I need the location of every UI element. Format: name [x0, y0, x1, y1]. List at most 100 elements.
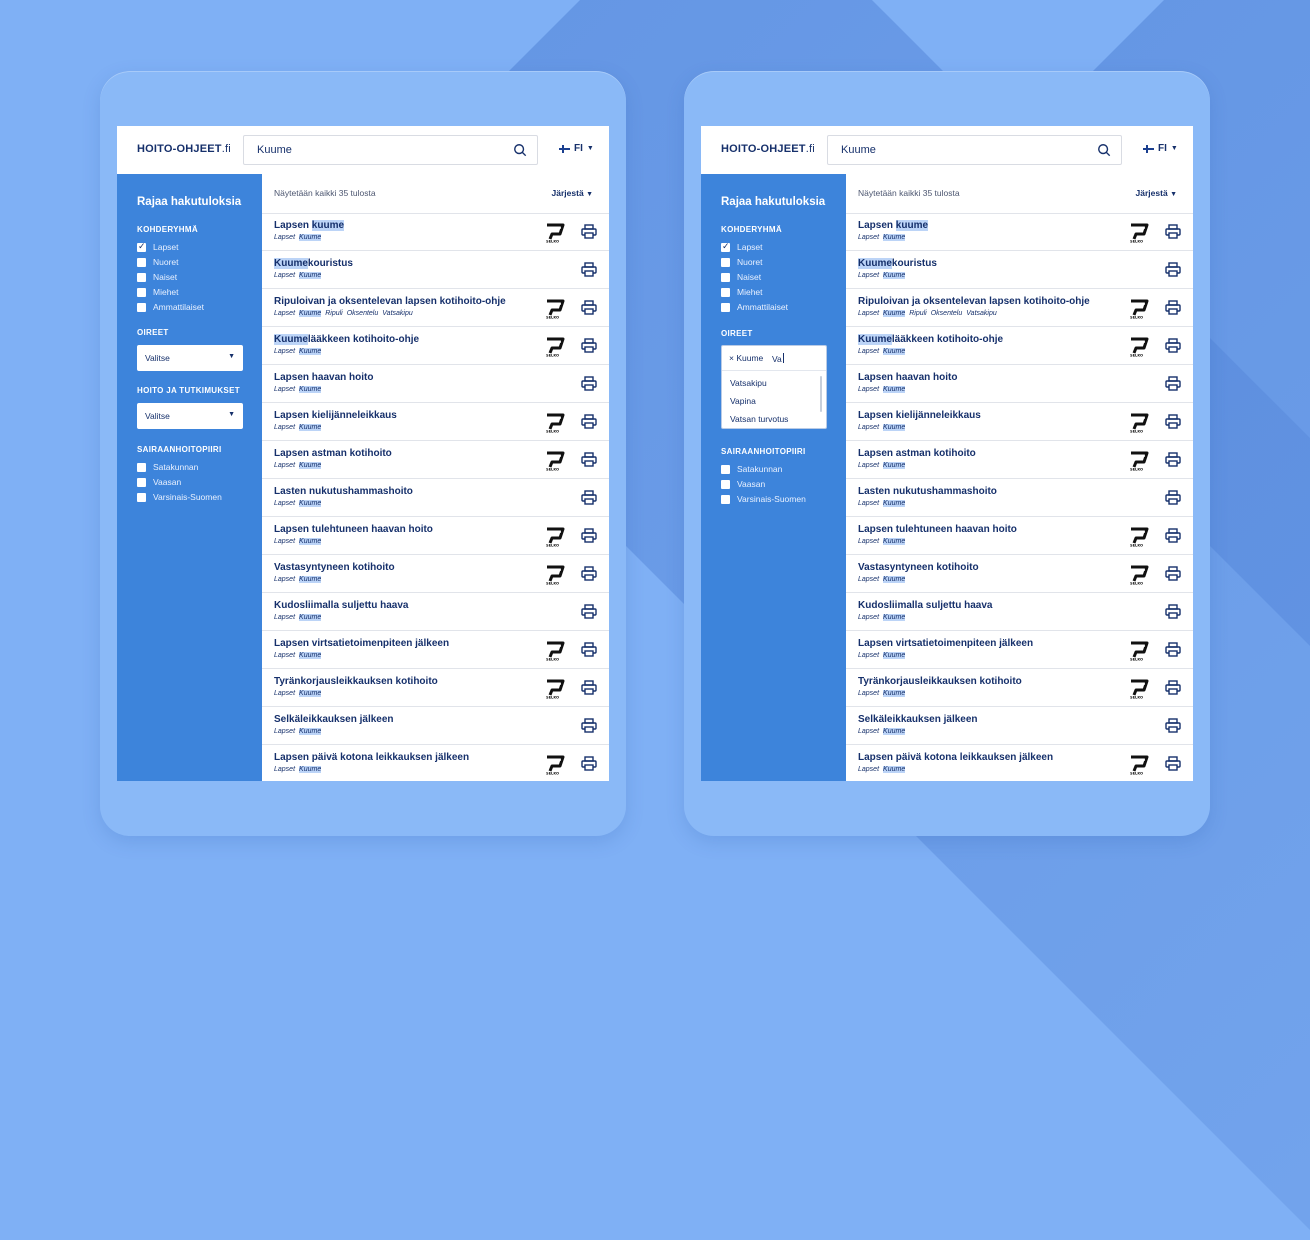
checkbox-naiset[interactable]: Naiset: [137, 272, 177, 282]
result-title[interactable]: Lapsen päivä kotona leikkauksen jälkeen: [274, 752, 469, 763]
printer-icon[interactable]: [581, 376, 597, 391]
selected-chip-kuume[interactable]: × Kuume: [729, 353, 763, 363]
checkbox-ammattilaiset[interactable]: Ammattilaiset: [721, 302, 788, 312]
printer-icon[interactable]: [581, 718, 597, 733]
result-row[interactable]: Lapsen astman kotihoito Lapset Kuume SELKO: [846, 441, 1193, 479]
checkbox-box[interactable]: [137, 241, 146, 252]
result-row[interactable]: Lapsen tulehtuneen haavan hoito Lapset Kuu…: [262, 517, 609, 555]
checkbox-miehet[interactable]: Miehet: [137, 287, 179, 297]
logo[interactable]: HOITO-OHJEET.fi: [721, 143, 815, 155]
result-title[interactable]: Lapsen virtsatietoimenpiteen jälkeen: [858, 638, 1033, 649]
checkbox-lapset[interactable]: Lapset: [137, 241, 179, 252]
result-row[interactable]: Kuumelääkkeen kotihoito-ohje Lapset Kuume S…: [262, 327, 609, 365]
search-icon[interactable]: [1097, 143, 1111, 157]
result-title[interactable]: Vastasyntyneen kotihoito: [274, 562, 395, 573]
checkbox-naiset[interactable]: Naiset: [721, 272, 761, 282]
result-title[interactable]: Kuumelääkkeen kotihoito-ohje: [858, 334, 1003, 345]
checkbox-varsinais-suomen[interactable]: Varsinais-Suomen: [721, 494, 806, 504]
result-row[interactable]: Lasten nukutushammashoito Lapset Kuume: [846, 479, 1193, 517]
checkbox-box[interactable]: [137, 257, 146, 267]
result-row[interactable]: Kuumekouristus Lapset Kuume: [262, 251, 609, 289]
printer-icon[interactable]: [581, 756, 597, 771]
checkbox-box[interactable]: [137, 287, 146, 297]
printer-icon[interactable]: [581, 300, 597, 315]
result-row[interactable]: Lapsen kielijänneleikkaus Lapset Kuume SELK…: [846, 403, 1193, 441]
result-row[interactable]: Lasten nukutushammashoito Lapset Kuume: [262, 479, 609, 517]
result-row[interactable]: Ripuloivan ja oksentelevan lapsen kotiho…: [262, 289, 609, 327]
oireet-select[interactable]: Valitse ▼: [137, 345, 243, 371]
checkbox-box[interactable]: [721, 302, 730, 312]
printer-icon[interactable]: [581, 528, 597, 543]
language-selector[interactable]: FI ▼: [1143, 143, 1178, 154]
printer-icon[interactable]: [1165, 224, 1181, 239]
result-title[interactable]: Kudosliimalla suljettu haava: [858, 600, 992, 611]
printer-icon[interactable]: [1165, 490, 1181, 505]
printer-icon[interactable]: [581, 490, 597, 505]
logo[interactable]: HOITO-OHJEET.fi: [137, 143, 231, 155]
result-row[interactable]: Kuumelääkkeen kotihoito-ohje Lapset Kuume S…: [846, 327, 1193, 365]
option-vapina[interactable]: Vapina: [730, 396, 756, 406]
result-title[interactable]: Lasten nukutushammashoito: [274, 486, 413, 497]
search-icon[interactable]: [513, 143, 527, 157]
result-title[interactable]: Selkäleikkauksen jälkeen: [858, 714, 978, 725]
printer-icon[interactable]: [1165, 300, 1181, 315]
printer-icon[interactable]: [1165, 604, 1181, 619]
sort-button[interactable]: Järjestä ▼: [1136, 188, 1177, 198]
checkbox-box[interactable]: [721, 494, 730, 504]
search-input[interactable]: [841, 136, 1091, 164]
result-row[interactable]: Vastasyntyneen kotihoito Lapset Kuume SELKO: [846, 555, 1193, 593]
result-row[interactable]: Lapsen kuume Lapset Kuume SELKO: [846, 213, 1193, 251]
checkbox-box[interactable]: [721, 257, 730, 267]
result-row[interactable]: Tyränkorjausleikkauksen kotihoito Lapset K…: [262, 669, 609, 707]
hoito-select[interactable]: Valitse ▼: [137, 403, 243, 429]
checkbox-box[interactable]: [137, 302, 146, 312]
printer-icon[interactable]: [1165, 338, 1181, 353]
result-title[interactable]: Lapsen tulehtuneen haavan hoito: [274, 524, 433, 535]
checkbox-ammattilaiset[interactable]: Ammattilaiset: [137, 302, 204, 312]
result-row[interactable]: Tyränkorjausleikkauksen kotihoito Lapset K…: [846, 669, 1193, 707]
checkbox-satakunnan[interactable]: Satakunnan: [721, 464, 782, 474]
result-row[interactable]: Lapsen astman kotihoito Lapset Kuume SELKO: [262, 441, 609, 479]
printer-icon[interactable]: [1165, 718, 1181, 733]
result-row[interactable]: Lapsen virtsatietoimenpiteen jälkeen Laps…: [846, 631, 1193, 669]
result-row[interactable]: Lapsen kuume Lapset Kuume SELKO: [262, 213, 609, 251]
checkbox-vaasan[interactable]: Vaasan: [137, 477, 181, 487]
result-row[interactable]: Lapsen haavan hoito Lapset Kuume: [262, 365, 609, 403]
checkbox-box[interactable]: [137, 462, 146, 472]
result-title[interactable]: Kuumekouristus: [858, 258, 937, 269]
checkbox-box[interactable]: [721, 479, 730, 489]
printer-icon[interactable]: [581, 604, 597, 619]
result-row[interactable]: Lapsen kielijänneleikkaus Lapset Kuume SELK…: [262, 403, 609, 441]
result-title[interactable]: Lapsen astman kotihoito: [858, 448, 976, 459]
checkbox-varsinais-suomen[interactable]: Varsinais-Suomen: [137, 492, 222, 502]
result-title[interactable]: Lapsen kuume: [858, 220, 929, 231]
printer-icon[interactable]: [1165, 262, 1181, 277]
result-title[interactable]: Lapsen haavan hoito: [858, 372, 957, 383]
checkbox-box[interactable]: [721, 464, 730, 474]
result-row[interactable]: Lapsen tulehtuneen haavan hoito Lapset Kuu…: [846, 517, 1193, 555]
printer-icon[interactable]: [581, 642, 597, 657]
printer-icon[interactable]: [581, 452, 597, 467]
result-row[interactable]: Ripuloivan ja oksentelevan lapsen kotiho…: [846, 289, 1193, 327]
result-title[interactable]: Kuumelääkkeen kotihoito-ohje: [274, 334, 419, 345]
result-row[interactable]: Lapsen päivä kotona leikkauksen jälkeen L…: [846, 745, 1193, 781]
result-title[interactable]: Vastasyntyneen kotihoito: [858, 562, 979, 573]
result-row[interactable]: Lapsen virtsatietoimenpiteen jälkeen Laps…: [262, 631, 609, 669]
result-row[interactable]: Selkäleikkauksen jälkeen Lapset Kuume: [846, 707, 1193, 745]
checkbox-box[interactable]: [137, 272, 146, 282]
printer-icon[interactable]: [581, 224, 597, 239]
result-title[interactable]: Tyränkorjausleikkauksen kotihoito: [858, 676, 1022, 687]
result-title[interactable]: Lapsen kielijänneleikkaus: [858, 410, 981, 421]
printer-icon[interactable]: [581, 566, 597, 581]
result-row[interactable]: Selkäleikkauksen jälkeen Lapset Kuume: [262, 707, 609, 745]
checkbox-vaasan[interactable]: Vaasan: [721, 479, 765, 489]
result-title[interactable]: Lapsen kielijänneleikkaus: [274, 410, 397, 421]
printer-icon[interactable]: [1165, 414, 1181, 429]
result-title[interactable]: Lapsen kuume: [274, 220, 345, 231]
checkbox-nuoret[interactable]: Nuoret: [137, 257, 179, 267]
printer-icon[interactable]: [581, 414, 597, 429]
checkbox-miehet[interactable]: Miehet: [721, 287, 763, 297]
option-vatsakipu[interactable]: Vatsakipu: [730, 378, 767, 388]
result-title[interactable]: Ripuloivan ja oksentelevan lapsen kotiho…: [858, 296, 1090, 307]
checkbox-nuoret[interactable]: Nuoret: [721, 257, 763, 267]
